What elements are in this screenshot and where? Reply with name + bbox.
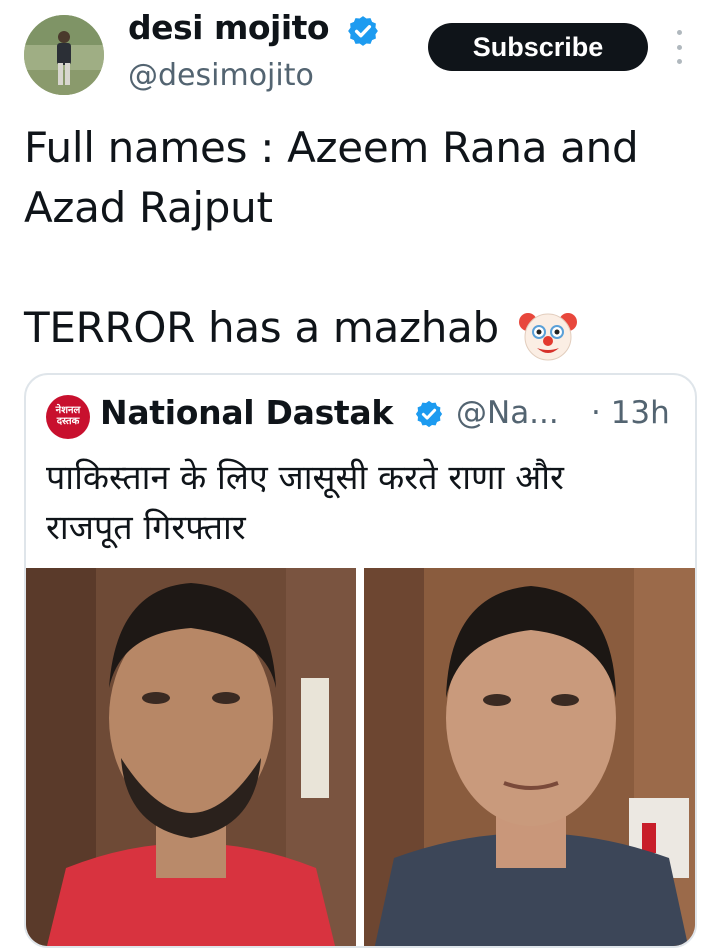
tweet-line: TERROR has a mazhab — [24, 303, 499, 352]
author-avatar[interactable] — [24, 15, 104, 95]
quoted-tweet[interactable]: नेशनल दस्तक National Dastak @Na... · 13h… — [24, 373, 697, 948]
clown-face-icon — [519, 313, 577, 361]
subscribe-button[interactable]: Subscribe — [428, 23, 648, 71]
quoted-tweet-text: पाकिस्तान के लिए जासूसी करते राणा और राज… — [46, 453, 676, 553]
logo-text-top: नेशनल — [55, 405, 81, 416]
quoted-author-handle[interactable]: @Na... — [456, 395, 559, 431]
author-display-name[interactable]: desi mojito — [128, 8, 330, 47]
quoted-author-name[interactable]: National Dastak — [100, 393, 393, 432]
verified-badge-icon — [415, 400, 443, 428]
photo-image — [364, 568, 695, 946]
quoted-text-line: राजपूत गिरफ्तार — [46, 508, 246, 548]
quoted-author-logo[interactable]: नेशनल दस्तक — [46, 395, 90, 439]
tweet-line — [24, 238, 704, 298]
avatar-image — [24, 15, 104, 95]
author-handle[interactable]: @desimojito — [128, 58, 314, 93]
tweet-line: Azad Rajput — [24, 183, 273, 232]
quoted-tweet-time: · 13h — [591, 395, 670, 431]
quoted-text-line: पाकिस्तान के लिए जासूसी करते राणा और — [46, 458, 564, 498]
tweet-line: Full names : Azeem Rana and — [24, 123, 639, 172]
logo-text-bottom: दस्तक — [56, 416, 80, 427]
photo-image — [26, 568, 356, 946]
photo-man-red-shirt[interactable] — [26, 568, 356, 946]
more-vertical-icon[interactable] — [672, 30, 686, 64]
tweet-header: desi mojito @desimojito Subscribe — [0, 0, 720, 110]
tweet-text: Full names : Azeem Rana and Azad Rajput … — [24, 118, 704, 358]
photo-man-grey-shirt[interactable] — [364, 568, 695, 946]
verified-badge-icon — [348, 16, 378, 46]
